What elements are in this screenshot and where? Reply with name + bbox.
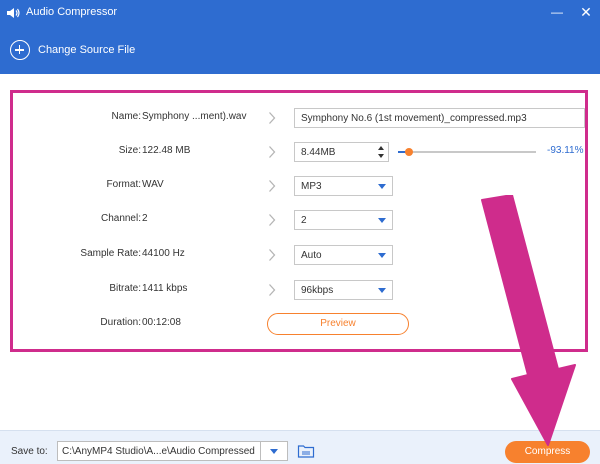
chevron-right-icon xyxy=(269,112,276,124)
format-label: Format: xyxy=(106,179,141,190)
channel-selected-value: 2 xyxy=(301,215,307,226)
sample-rate-select[interactable]: Auto xyxy=(294,245,393,265)
compress-button[interactable]: Compress xyxy=(505,441,590,463)
plus-circle-icon xyxy=(10,40,30,60)
save-to-label: Save to: xyxy=(11,446,48,457)
chevron-right-icon xyxy=(269,249,276,261)
bitrate-label: Bitrate: xyxy=(109,283,141,294)
minimize-button[interactable]: — xyxy=(549,4,565,20)
speaker-icon xyxy=(7,8,20,18)
output-name-input[interactable]: Symphony No.6 (1st movement)_compressed.… xyxy=(294,108,585,128)
title-bar: Audio Compressor — ✕ xyxy=(0,0,600,26)
size-slider[interactable] xyxy=(398,148,536,156)
source-bitrate-value: 1411 kbps xyxy=(142,283,188,294)
channel-select[interactable]: 2 xyxy=(294,210,393,230)
caret-down-icon xyxy=(270,449,278,454)
save-bar: Save to: C:\AnyMP4 Studio\A...e\Audio Co… xyxy=(0,430,600,464)
sample-rate-selected-value: Auto xyxy=(301,250,322,261)
format-row: Format: WAV MP3 xyxy=(13,175,585,197)
preview-button[interactable]: Preview xyxy=(267,313,409,335)
output-size-stepper[interactable]: 8.44MB xyxy=(294,142,389,162)
channel-label: Channel: xyxy=(100,213,141,224)
save-path-dropdown[interactable] xyxy=(261,441,288,461)
source-size-value: 122.48 MB xyxy=(142,145,191,156)
caret-down-icon xyxy=(378,184,386,189)
duration-label: Duration: xyxy=(100,317,141,328)
channel-row: Channel: 2 2 xyxy=(13,209,585,231)
folder-icon[interactable] xyxy=(297,443,315,459)
name-label: Name: xyxy=(111,111,141,122)
close-button[interactable]: ✕ xyxy=(578,4,594,20)
change-source-file-label: Change Source File xyxy=(38,44,136,56)
stepper-down-icon[interactable] xyxy=(378,154,384,158)
chevron-right-icon xyxy=(269,180,276,192)
duration-value: 00:12:08 xyxy=(142,317,181,328)
size-slider-thumb[interactable] xyxy=(405,148,414,156)
toolbar: Change Source File xyxy=(0,26,600,74)
chevron-right-icon xyxy=(269,214,276,226)
settings-panel: Name: Symphony ...ment).wav Symphony No.… xyxy=(10,90,588,352)
caret-down-icon xyxy=(378,253,386,258)
sample-rate-label: Sample Rate: xyxy=(80,248,141,259)
stepper-up-icon[interactable] xyxy=(378,146,384,150)
output-size-value: 8.44MB xyxy=(301,147,336,158)
chevron-right-icon xyxy=(269,284,276,296)
window-title: Audio Compressor xyxy=(26,6,118,18)
change-source-file-button[interactable]: Change Source File xyxy=(10,39,135,61)
format-select[interactable]: MP3 xyxy=(294,176,393,196)
source-channel-value: 2 xyxy=(142,213,148,224)
save-path-field[interactable]: C:\AnyMP4 Studio\A...e\Audio Compressed xyxy=(57,441,261,461)
source-sample-rate-value: 44100 Hz xyxy=(142,248,185,259)
format-selected-value: MP3 xyxy=(301,181,322,192)
size-row: Size: 122.48 MB 8.44MB -93.11% xyxy=(13,141,585,163)
duration-row: Duration: 00:12:08 Preview xyxy=(13,313,585,335)
size-reduction-percent: -93.11% xyxy=(547,145,584,156)
bitrate-row: Bitrate: 1411 kbps 96kbps xyxy=(13,279,585,301)
source-name-value: Symphony ...ment).wav xyxy=(142,111,247,122)
name-row: Name: Symphony ...ment).wav Symphony No.… xyxy=(13,107,585,129)
sample-rate-row: Sample Rate: 44100 Hz Auto xyxy=(13,244,585,266)
bitrate-select[interactable]: 96kbps xyxy=(294,280,393,300)
chevron-right-icon xyxy=(269,146,276,158)
bitrate-selected-value: 96kbps xyxy=(301,285,334,296)
caret-down-icon xyxy=(378,288,386,293)
source-format-value: WAV xyxy=(142,179,164,190)
size-label: Size: xyxy=(118,145,141,156)
caret-down-icon xyxy=(378,218,386,223)
